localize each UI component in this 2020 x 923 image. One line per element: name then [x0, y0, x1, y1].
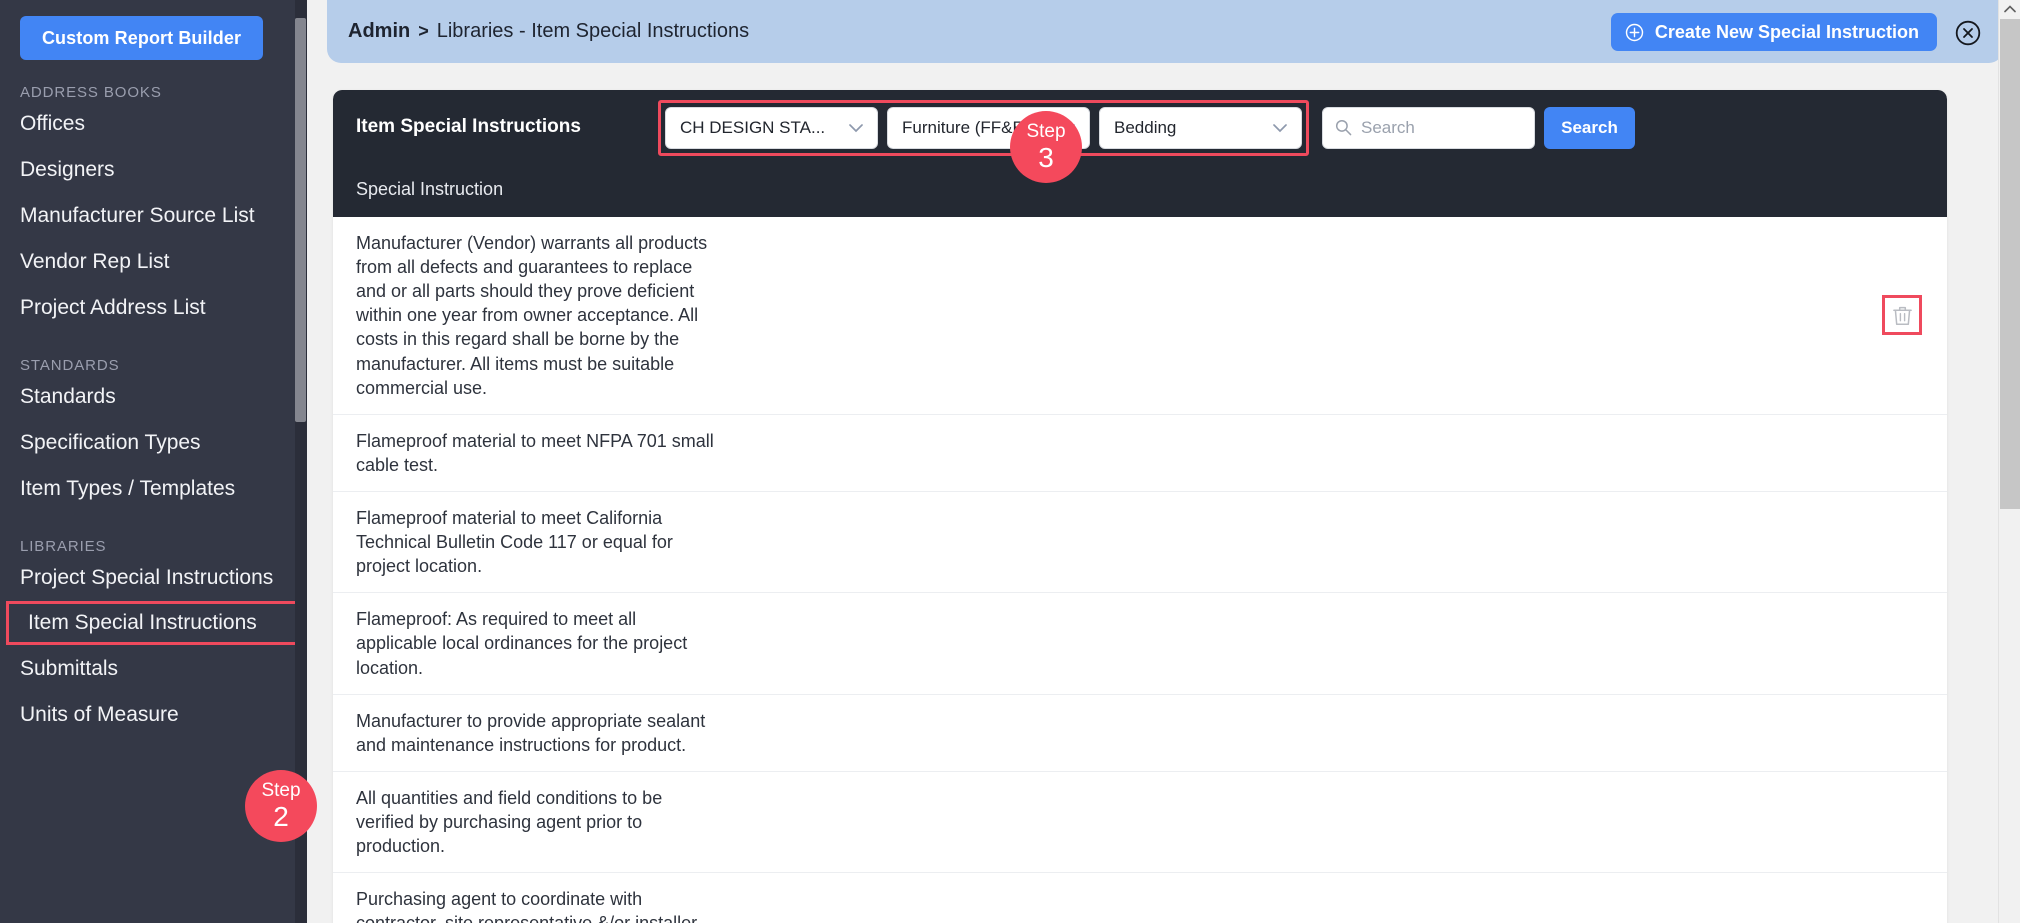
category-select[interactable]: Bedding	[1099, 107, 1302, 149]
step-badge-2: Step 2	[245, 770, 317, 842]
sidebar-item-label: Item Types / Templates	[20, 477, 236, 500]
sidebar-item-item-special-instructions[interactable]: Item Special Instructions	[6, 601, 302, 645]
sidebar-item-label: Item Special Instructions	[28, 611, 257, 634]
category-select-value: Bedding	[1114, 118, 1177, 137]
sidebar-item-label: Units of Measure	[20, 703, 179, 726]
chevron-down-icon	[1273, 123, 1287, 132]
table-row[interactable]: Flameproof: As required to meet all appl…	[333, 593, 1947, 695]
sidebar-item-units-of-measure[interactable]: Units of Measure	[0, 695, 295, 735]
search-area: Search	[1322, 107, 1635, 149]
main-content: Admin > Libraries - Item Special Instruc…	[307, 0, 2020, 923]
special-instruction-text: Manufacturer (Vendor) warrants all produ…	[356, 233, 708, 398]
column-header-special-instruction: Special Instruction	[356, 179, 504, 199]
sidebar-section-address-books: ADDRESS BOOKS	[20, 84, 162, 101]
sidebar-item-submittals[interactable]: Submittals	[0, 649, 295, 689]
table-row[interactable]: Purchasing agent to coordinate with cont…	[333, 873, 1947, 923]
sidebar-section-libraries: LIBRARIES	[20, 538, 107, 555]
sidebar-scrollbar-thumb[interactable]	[295, 18, 306, 422]
special-instruction-text: Flameproof material to meet California T…	[356, 507, 673, 577]
sidebar-item-label: Specification Types	[20, 431, 201, 454]
special-instruction-text: Flameproof material to meet NFPA 701 sma…	[356, 430, 714, 475]
custom-report-builder-button[interactable]: Custom Report Builder	[20, 16, 263, 60]
sidebar-item-label: Project Address List	[20, 296, 206, 319]
filter-controls: CH DESIGN STA... Furniture (FF&E) Beddin…	[665, 107, 1302, 149]
step-badge-word: Step	[261, 780, 301, 801]
sidebar-item-specification-types[interactable]: Specification Types	[0, 423, 295, 463]
standard-select-value: CH DESIGN STA...	[680, 118, 826, 137]
create-new-special-instruction-button[interactable]: Create New Special Instruction	[1610, 13, 1937, 51]
create-button-label: Create New Special Instruction	[1654, 21, 1919, 42]
app-root: Custom Report Builder ADDRESS BOOKS Offi…	[0, 0, 2020, 923]
page-header: Admin > Libraries - Item Special Instruc…	[327, 0, 2003, 63]
trash-icon	[1892, 306, 1912, 325]
sidebar-item-label: Submittals	[20, 657, 119, 680]
table-row[interactable]: Flameproof material to meet California T…	[333, 492, 1947, 594]
step-badge-number: 3	[1038, 142, 1054, 173]
sidebar-section-standards: STANDARDS	[20, 357, 120, 374]
card-toolbar: Item Special Instructions Special Instru…	[333, 90, 1947, 217]
standard-select[interactable]: CH DESIGN STA...	[665, 107, 878, 149]
instructions-card: Item Special Instructions Special Instru…	[333, 90, 1947, 923]
table-row[interactable]: Manufacturer to provide appropriate seal…	[333, 695, 1947, 772]
special-instruction-text: Manufacturer to provide appropriate seal…	[356, 710, 706, 755]
breadcrumb: Admin > Libraries - Item Special Instruc…	[348, 20, 749, 43]
chevron-down-icon	[849, 123, 863, 132]
sidebar-item-label: Vendor Rep List	[20, 250, 170, 273]
breadcrumb-current: Libraries - Item Special Instructions	[436, 20, 750, 42]
sidebar-item-label: Standards	[20, 385, 116, 408]
row-actions	[1882, 295, 1922, 336]
sidebar-item-label: Offices	[20, 112, 85, 135]
table-row[interactable]: Flameproof material to meet NFPA 701 sma…	[333, 415, 1947, 492]
instructions-list: Manufacturer (Vendor) warrants all produ…	[333, 217, 1947, 923]
step-badge-number: 2	[273, 801, 289, 832]
breadcrumb-root[interactable]: Admin	[348, 20, 410, 43]
sidebar-item-manufacturer-source-list[interactable]: Manufacturer Source List	[0, 196, 295, 236]
special-instruction-text: Purchasing agent to coordinate with cont…	[356, 889, 701, 923]
sidebar-item-designers[interactable]: Designers	[0, 150, 295, 190]
browser-scrollbar-thumb[interactable]	[2000, 19, 2020, 509]
sidebar-item-vendor-rep-list[interactable]: Vendor Rep List	[0, 242, 295, 282]
sidebar-item-project-special-instructions[interactable]: Project Special Instructions	[0, 558, 295, 598]
browser-scrollbar[interactable]	[1998, 0, 2020, 923]
step-badge-word: Step	[1026, 121, 1066, 142]
plus-circle-icon	[1625, 23, 1644, 41]
sidebar-item-label: Project Special Instructions	[20, 566, 274, 589]
sidebar-item-item-types-templates[interactable]: Item Types / Templates	[0, 469, 295, 509]
sidebar-item-project-address-list[interactable]: Project Address List	[0, 288, 295, 328]
sidebar-item-offices[interactable]: Offices	[0, 104, 295, 144]
special-instruction-text: Flameproof: As required to meet all appl…	[356, 609, 688, 678]
step-badge-3: Step 3	[1010, 111, 1082, 183]
close-panel-button[interactable]	[1955, 20, 1981, 46]
special-instruction-text: All quantities and field conditions to b…	[356, 787, 663, 857]
sidebar-item-standards[interactable]: Standards	[0, 377, 295, 417]
scroll-up-arrow-icon[interactable]	[1999, 0, 2020, 18]
table-row[interactable]: All quantities and field conditions to b…	[333, 772, 1947, 874]
table-row[interactable]: Manufacturer (Vendor) warrants all produ…	[333, 217, 1947, 415]
sidebar-item-label: Manufacturer Source List	[20, 204, 255, 227]
search-input[interactable]	[1322, 107, 1535, 149]
delete-row-button[interactable]	[1882, 295, 1922, 336]
card-title: Item Special Instructions	[356, 116, 581, 137]
search-button[interactable]: Search	[1544, 107, 1635, 149]
breadcrumb-separator-icon: >	[418, 21, 429, 41]
close-circle-icon	[1955, 20, 1981, 46]
sidebar-item-label: Designers	[20, 158, 115, 181]
